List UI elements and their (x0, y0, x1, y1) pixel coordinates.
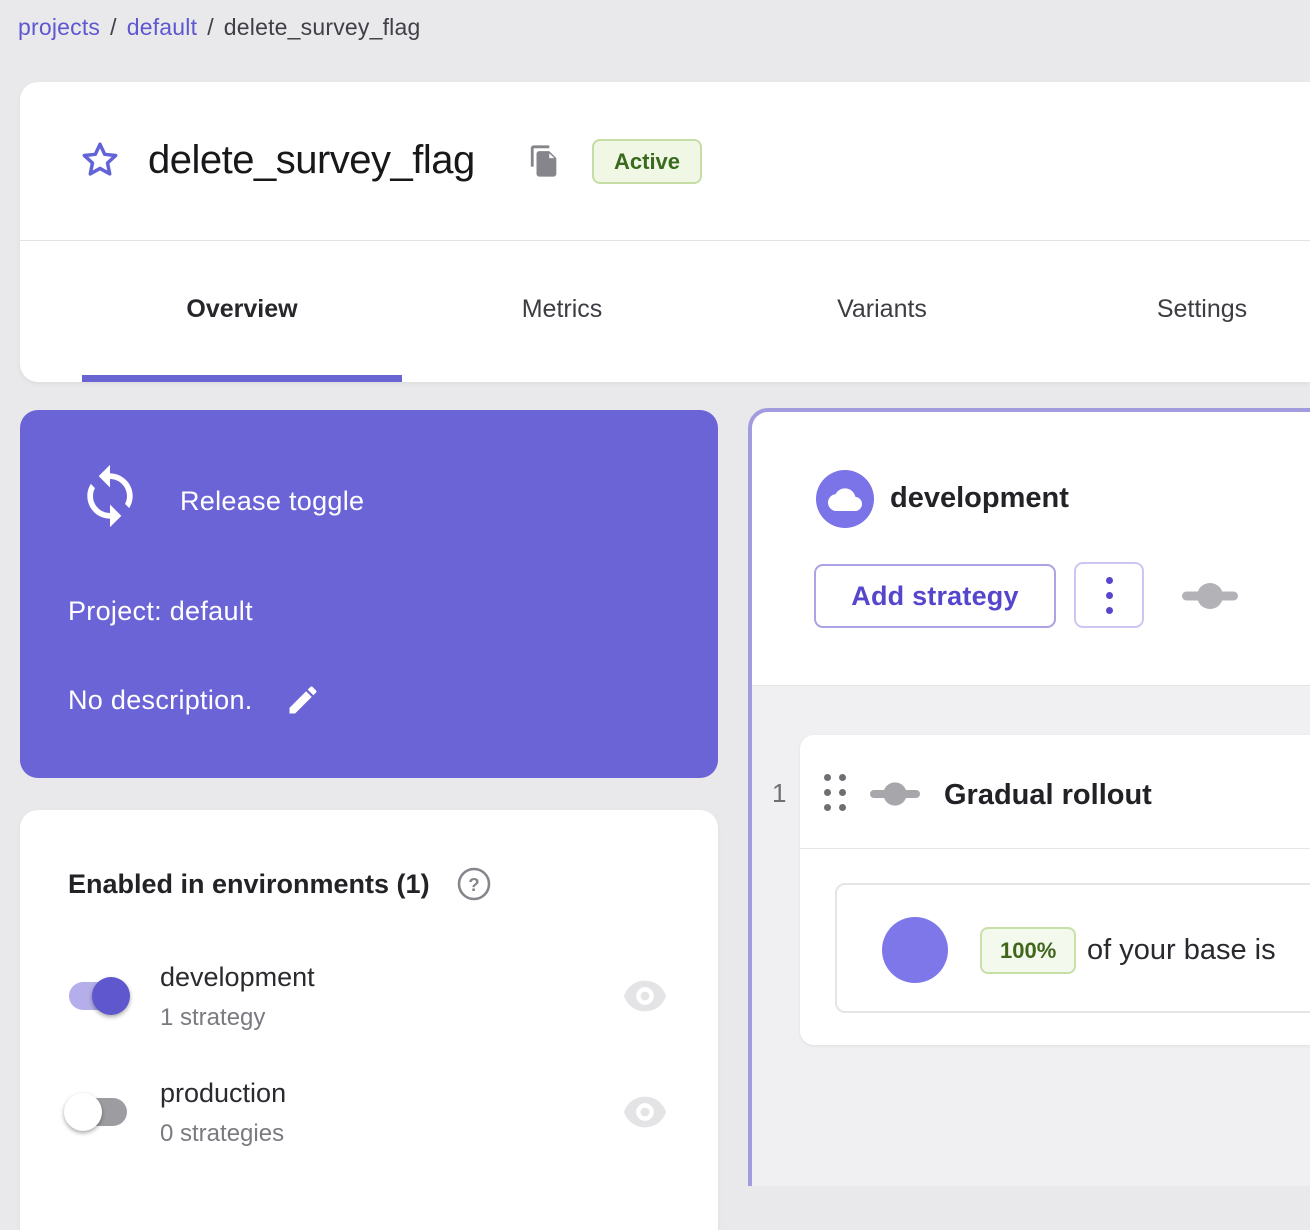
tab-variants[interactable]: Variants (722, 241, 1042, 382)
breadcrumb-separator: / (207, 14, 214, 40)
breadcrumb-current: delete_survey_flag (224, 14, 421, 40)
strategy-panel-header: development Add strategy (752, 412, 1310, 685)
environments-card: Enabled in environments (1) ? developmen… (20, 810, 718, 1230)
breadcrumb: projects / default / delete_survey_flag (18, 14, 420, 41)
environment-name: development (160, 962, 315, 993)
question-mark-icon[interactable]: ? (456, 866, 492, 902)
add-strategy-button[interactable]: Add strategy (814, 564, 1056, 628)
strategy-name: Gradual rollout (944, 779, 1152, 812)
environment-strategy-panel: development Add strategy 1 (748, 408, 1310, 1186)
loop-icon (76, 462, 144, 530)
environment-row-production: production 0 strategies (20, 1078, 718, 1162)
environment-toggle-development[interactable] (64, 976, 132, 1016)
svg-text:?: ? (468, 874, 479, 895)
rollout-summary-box: 100% of your base is (835, 883, 1310, 1013)
tab-overview[interactable]: Overview (82, 241, 402, 382)
tab-settings[interactable]: Settings (1042, 241, 1310, 382)
breadcrumb-link-projects[interactable]: projects (18, 14, 100, 40)
status-badge: Active (592, 139, 702, 184)
edit-pencil-icon[interactable] (285, 682, 321, 718)
strategy-card-divider (800, 848, 1310, 849)
flag-type-label: Release toggle (180, 486, 364, 517)
flag-overview-card: Release toggle Project: default No descr… (20, 410, 718, 778)
toggle-thumb (92, 977, 130, 1015)
eye-icon[interactable] (622, 978, 668, 1014)
favorite-star-icon[interactable] (78, 138, 122, 182)
strategy-panel-environment-name: development (890, 482, 1069, 515)
environment-strategy-count: 1 strategy (160, 1004, 265, 1032)
strategy-card-header: Gradual rollout (800, 735, 1310, 848)
toggle-thumb (64, 1093, 102, 1131)
kebab-dot (1106, 607, 1113, 614)
rollout-percentage-badge: 100% (980, 927, 1076, 974)
flag-header-card: delete_survey_flag Active Overview Metri… (20, 82, 1310, 382)
flag-project-label: Project: default (68, 596, 253, 627)
rollout-pie-circle (882, 917, 948, 983)
eye-icon[interactable] (622, 1094, 668, 1130)
environment-name: production (160, 1078, 286, 1109)
environment-toggle-production[interactable] (64, 1092, 132, 1132)
environment-row-development: development 1 strategy (20, 962, 718, 1046)
kebab-menu-icon[interactable] (1074, 562, 1144, 628)
rollout-description-text: of your base is (1087, 934, 1276, 967)
strategy-index: 1 (772, 778, 786, 809)
strategy-card: Gradual rollout 100% of your base is (800, 735, 1310, 1045)
flag-description-row: No description. (68, 682, 321, 718)
page-title: delete_survey_flag (148, 138, 475, 183)
slider-icon (1182, 582, 1238, 610)
drag-handle-icon[interactable] (824, 774, 848, 812)
flag-description-label: No description. (68, 685, 253, 716)
kebab-dot (1106, 577, 1113, 584)
cloud-icon (816, 470, 874, 528)
copy-icon[interactable] (528, 144, 562, 178)
slider-icon (870, 781, 920, 807)
breadcrumb-link-default[interactable]: default (127, 14, 197, 40)
tab-metrics[interactable]: Metrics (402, 241, 722, 382)
environment-strategy-count: 0 strategies (160, 1120, 284, 1148)
environments-heading: Enabled in environments (1) (68, 869, 430, 900)
breadcrumb-separator: / (110, 14, 117, 40)
strategy-list-area: 1 Gradual rollout 100% of your base i (752, 686, 1310, 1186)
kebab-dot (1106, 592, 1113, 599)
active-tab-indicator (82, 375, 402, 382)
